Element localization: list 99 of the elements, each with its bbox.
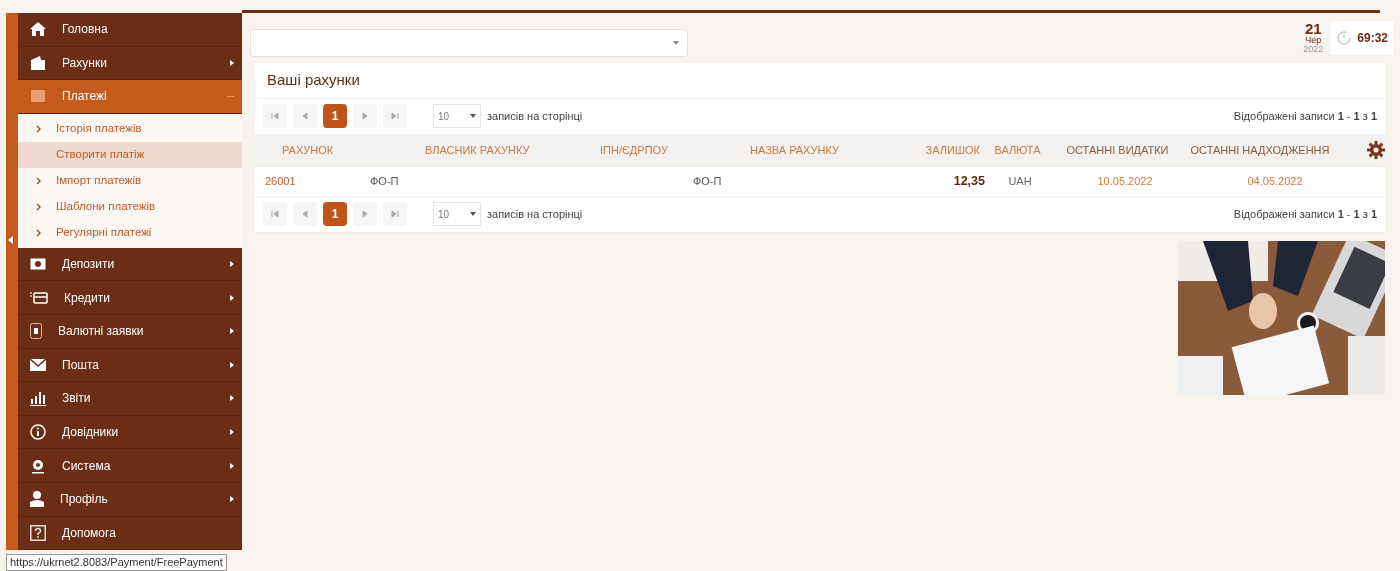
prev-page-icon (300, 111, 310, 121)
column-header: ВЛАСНИК РАХУНКУ (424, 142, 531, 158)
status-url: https://ukrnet2.8083/Payment/FreePayment (6, 554, 227, 571)
sidebar-item[interactable]: Платежі (18, 80, 242, 114)
submenu-label: Шаблони платежів (56, 199, 156, 215)
chevron-icon (230, 59, 234, 66)
sidebar-label: Профіль (60, 491, 109, 509)
caret-icon (470, 114, 476, 118)
column-header: ОСТАННІ НАДХОДЖЕННЯ (1189, 142, 1331, 158)
prev-page-icon (300, 209, 310, 219)
submenu-item[interactable]: Історія платежів (18, 115, 242, 142)
pager-prev-button[interactable] (293, 202, 317, 226)
timer-icon (1337, 31, 1352, 45)
sidebar-label: Довідники (62, 424, 120, 442)
chevron-icon (36, 228, 41, 237)
page-size-label: записів на сторінці (487, 108, 583, 124)
submenu-item[interactable]: Імпорт платежів (18, 167, 242, 194)
chevron-icon (230, 496, 234, 503)
table-cell-text: UAH (1007, 173, 1033, 189)
settings-icon[interactable] (1367, 141, 1385, 159)
first-page-icon (270, 209, 280, 219)
next-page-icon (360, 209, 370, 219)
first-page-icon (270, 111, 280, 121)
phone-icon (30, 323, 42, 340)
chevron-icon (230, 361, 234, 368)
sidebar-label: Депозити (62, 256, 116, 274)
last-page-icon (390, 209, 400, 219)
sidebar-label: Звіти (62, 390, 92, 408)
sidebar-label: Рахунки (62, 54, 108, 72)
chevron-icon (230, 462, 234, 469)
column-header: ОСТАННІ ВИДАТКИ (1065, 142, 1170, 158)
sidebar-label: Система (62, 457, 112, 475)
cards-icon (30, 290, 48, 305)
table-cell-text: ФО-П (370, 173, 400, 189)
page-size-value: 10 (438, 207, 450, 222)
pager-last-button[interactable] (383, 202, 407, 226)
pager-next-button[interactable] (353, 202, 377, 226)
chevron-icon (230, 261, 234, 268)
submenu-label: Імпорт платежів (56, 173, 142, 189)
banknote-icon (30, 258, 46, 271)
page-button[interactable]: 1 (323, 202, 347, 226)
submenu-item[interactable]: Регулярні платежі (18, 219, 242, 246)
caret-icon (673, 41, 679, 45)
page-size-select[interactable]: 10 (433, 104, 481, 128)
home-icon (30, 22, 46, 37)
column-header: ЗАЛИШОК (924, 142, 980, 158)
table-cell-text: 10.05.2022 (1096, 173, 1154, 189)
column-header: ВАЛЮТА (993, 142, 1042, 158)
chevron-icon (230, 294, 234, 301)
date-month: Чер (1305, 36, 1322, 45)
table-cell-text: ФО-П (693, 173, 723, 189)
caret-icon (470, 212, 476, 216)
panel-title: Ваші рахунки (255, 63, 1385, 99)
chart-icon (30, 390, 46, 407)
user-icon (30, 491, 44, 508)
submenu-label: Історія платежів (56, 121, 142, 137)
chevron-icon (36, 176, 41, 185)
sidebar-label: Валютні заявки (58, 323, 145, 341)
sidebar-label: Допомога (62, 524, 117, 542)
sidebar-label: Головна (62, 21, 109, 39)
table-cell-text: 04.05.2022 (1246, 173, 1304, 189)
date-day: 21 (1304, 21, 1322, 36)
sidebar-label: Пошта (62, 356, 100, 374)
records-info: Відображені записи 1 - 1 з 1 (1233, 206, 1377, 222)
column-header: ІПН/ЄДРПОУ (600, 142, 669, 158)
help-icon (30, 524, 46, 541)
submenu-label: Створити платіж (56, 147, 145, 163)
chevron-icon (36, 124, 41, 133)
pager-first-button[interactable] (263, 104, 287, 128)
pager-prev-button[interactable] (293, 104, 317, 128)
chevron-icon (230, 429, 234, 436)
page-size-select[interactable]: 10 (433, 202, 481, 226)
chevron-icon (230, 328, 234, 335)
page-size-value: 10 (438, 109, 450, 124)
page-button[interactable]: 1 (323, 104, 347, 128)
sidebar-label: Кредити (64, 289, 111, 307)
submenu-item[interactable]: Шаблони платежів (18, 193, 242, 220)
pager-last-button[interactable] (383, 104, 407, 128)
chevron-icon (230, 395, 234, 402)
column-header: НАЗВА РАХУНКУ (750, 142, 840, 158)
envelope-icon (30, 358, 46, 371)
table-cell-text: 12,35 (952, 172, 985, 190)
pager-first-button[interactable] (263, 202, 287, 226)
column-header: РАХУНОК (281, 142, 335, 158)
account-select[interactable] (250, 29, 688, 57)
page-size-label: записів на сторінці (487, 206, 583, 222)
document-icon (30, 89, 46, 104)
account-link[interactable]: 26001 (255, 172, 370, 190)
submenu-label: Регулярні платежі (56, 225, 152, 241)
pager-next-button[interactable] (353, 104, 377, 128)
records-info: Відображені записи 1 - 1 з 1 (1233, 108, 1377, 124)
sidebar-label: Платежі (62, 88, 108, 106)
timer-text: 69:32 (1357, 30, 1388, 47)
next-page-icon (360, 111, 370, 121)
date-year: 2022 (1303, 45, 1324, 54)
collapse-icon[interactable] (8, 236, 13, 244)
last-page-icon (390, 111, 400, 121)
info-icon (30, 424, 46, 441)
chevron-icon (36, 202, 41, 211)
